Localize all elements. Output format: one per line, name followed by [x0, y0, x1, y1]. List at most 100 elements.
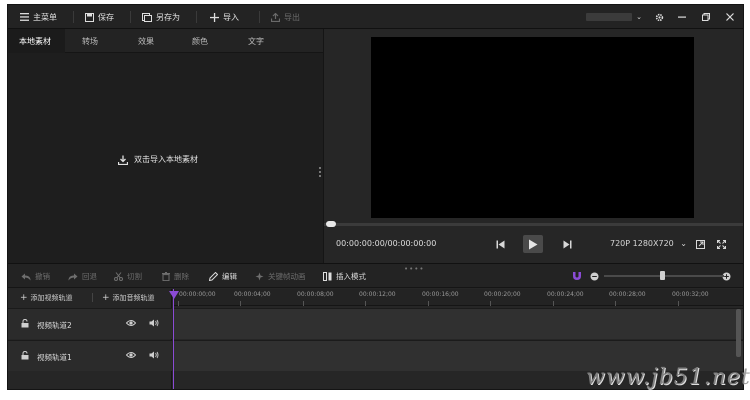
add-video-track-button[interactable]: + 添加视频轨道 [20, 289, 73, 306]
import-media-area[interactable]: 双击导入本地素材 [118, 154, 198, 165]
pop-out-button[interactable] [694, 238, 706, 250]
menu-icon [20, 13, 29, 21]
delete-label: 删除 [174, 272, 189, 281]
redo-button[interactable]: 回退 [68, 264, 97, 289]
toolbar-divider [73, 11, 74, 23]
fullscreen-button[interactable] [715, 238, 727, 250]
edit-button[interactable]: 编辑 [209, 264, 237, 289]
resolution-select[interactable]: 720P 1280X720 ⌄ [610, 239, 687, 248]
resolution-label: 720P 1280X720 [610, 239, 674, 248]
video-preview[interactable] [371, 37, 694, 218]
time-ruler[interactable]: 00:00:00;00 00:00:04;00 00:00:08;00 00:0… [173, 289, 743, 306]
save-as-icon [142, 12, 152, 22]
skip-back-icon [496, 240, 504, 248]
lock-icon[interactable] [21, 318, 29, 330]
ruler-label: 00:00:00;00 [179, 291, 216, 298]
track-header-panel: + 添加视频轨道 + 添加音频轨道 视频轨道2 视频轨道1 [8, 289, 172, 389]
close-icon[interactable] [720, 5, 740, 29]
insert-mode-icon [323, 272, 332, 281]
play-icon [529, 239, 538, 249]
playback-progress-track[interactable] [324, 223, 743, 226]
playhead-handle[interactable] [169, 291, 179, 299]
ruler-label: 00:00:24;00 [547, 291, 584, 298]
toolbar-divider [196, 11, 197, 23]
track-lane[interactable] [173, 308, 743, 339]
keyframe-icon [255, 272, 264, 281]
export-label: 导出 [284, 12, 300, 22]
ruler-tick [178, 301, 179, 306]
redo-label: 回退 [82, 272, 97, 281]
volume-icon[interactable] [149, 319, 159, 329]
play-button[interactable] [523, 235, 543, 253]
eye-icon[interactable] [125, 351, 137, 361]
tab-text[interactable]: 文字 [248, 29, 264, 53]
download-icon [118, 155, 128, 165]
pencil-icon [209, 272, 218, 281]
ruler-label: 00:00:12;00 [359, 291, 396, 298]
cut-label: 切割 [127, 272, 142, 281]
track-name: 视频轨道2 [37, 321, 72, 330]
ruler-tick [240, 301, 241, 306]
save-button[interactable]: 保存 [85, 5, 114, 29]
ruler-label: 00:00:32;00 [672, 291, 709, 298]
ruler-tick [303, 301, 304, 306]
scissors-icon [114, 272, 123, 281]
tab-transitions[interactable]: 转场 [82, 29, 98, 53]
restore-icon[interactable] [696, 5, 716, 29]
save-as-button[interactable]: 另存为 [142, 5, 180, 29]
add-track-row: + 添加视频轨道 + 添加音频轨道 [8, 289, 172, 306]
zoom-slider-handle[interactable] [660, 271, 665, 280]
volume-icon[interactable] [149, 351, 159, 361]
add-audio-track-label: 添加音频轨道 [112, 293, 155, 302]
edit-label: 编辑 [222, 272, 237, 281]
tab-local-media[interactable]: 本地素材 [8, 29, 65, 53]
previous-frame-button[interactable] [494, 238, 506, 250]
next-frame-button[interactable] [561, 238, 573, 250]
plus-icon: + [20, 292, 28, 303]
account-badge[interactable] [586, 13, 632, 21]
cut-button[interactable]: 切割 [114, 264, 142, 289]
export-button[interactable]: 导出 [271, 5, 300, 29]
plus-icon [210, 12, 219, 22]
insert-mode-button[interactable]: 插入模式 [323, 264, 366, 289]
ruler-label: 00:00:08;00 [297, 291, 334, 298]
import-button[interactable]: 导入 [210, 5, 239, 29]
gear-icon[interactable] [649, 5, 669, 29]
track-name: 视频轨道1 [37, 353, 72, 362]
ruler-tick [428, 301, 429, 306]
panel-resize-handle[interactable]: •••• [404, 265, 425, 273]
insert-mode-label: 插入模式 [336, 272, 366, 281]
timeline-scrollbar[interactable] [736, 309, 741, 357]
top-toolbar: 主菜单 保存 另存为 导入 导出 ⌄ [8, 5, 743, 29]
divider [92, 293, 93, 302]
tab-effects[interactable]: 效果 [138, 29, 154, 53]
panel-splitter-handle[interactable] [319, 167, 321, 177]
minimize-icon[interactable] [672, 5, 692, 29]
ruler-tick [365, 301, 366, 306]
undo-button[interactable]: 撤销 [21, 264, 50, 289]
ruler-label: 00:00:04;00 [234, 291, 271, 298]
zoom-out-icon[interactable] [590, 272, 599, 283]
toolbar-divider [130, 11, 131, 23]
toolbar-divider [259, 11, 260, 23]
ruler-tick [678, 301, 679, 306]
plus-icon: + [102, 292, 110, 303]
save-label: 保存 [98, 12, 114, 22]
playback-progress-handle[interactable] [326, 221, 336, 227]
keyframe-button[interactable]: 关键帧动画 [255, 264, 306, 289]
playhead[interactable] [173, 289, 174, 389]
add-video-track-label: 添加视频轨道 [30, 293, 73, 302]
save-as-label: 另存为 [156, 12, 180, 22]
lock-icon[interactable] [21, 350, 29, 362]
main-menu-button[interactable]: 主菜单 [20, 5, 57, 29]
chevron-down-icon[interactable]: ⌄ [632, 5, 646, 29]
watermark: www.jb51.net [586, 365, 750, 390]
pop-out-icon [695, 239, 705, 249]
eye-icon[interactable] [125, 319, 137, 329]
delete-button[interactable]: 删除 [162, 264, 189, 289]
add-audio-track-button[interactable]: + 添加音频轨道 [102, 289, 155, 306]
zoom-in-icon[interactable] [722, 272, 731, 283]
magnet-icon[interactable] [572, 271, 582, 283]
ruler-label: 00:00:28;00 [609, 291, 646, 298]
tab-colors[interactable]: 颜色 [192, 29, 208, 53]
